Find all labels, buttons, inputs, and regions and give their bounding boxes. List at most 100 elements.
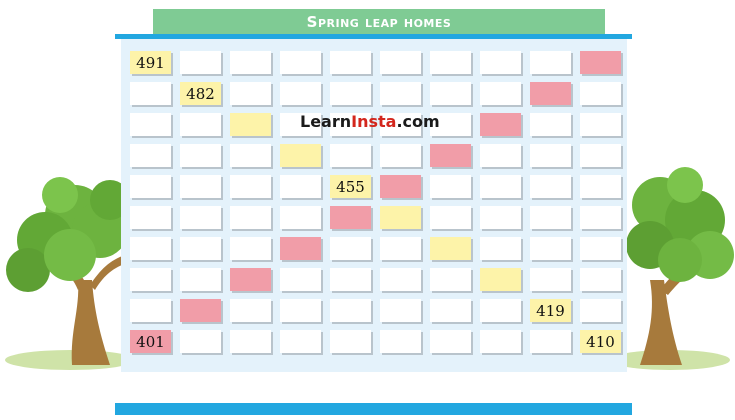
grid-cell — [130, 299, 171, 322]
grid-cell — [280, 237, 321, 260]
grid-cell — [380, 330, 421, 353]
grid-cell — [280, 51, 321, 74]
grid-cell: 455 — [330, 175, 371, 198]
grid-cell — [280, 330, 321, 353]
grid-cell — [430, 206, 471, 229]
grid-cell — [580, 144, 621, 167]
grid-cell — [380, 144, 421, 167]
grid-cell — [230, 330, 271, 353]
grid-cell — [330, 144, 371, 167]
grid-cell — [580, 268, 621, 291]
grid-cell — [180, 206, 221, 229]
grid-cell — [480, 144, 521, 167]
grid-cell — [280, 175, 321, 198]
grid-cell — [480, 330, 521, 353]
grid-cell — [530, 206, 571, 229]
grid-cell — [580, 175, 621, 198]
grid-cell — [480, 237, 521, 260]
grid-cell — [230, 237, 271, 260]
grid-cell — [330, 51, 371, 74]
grid-cell — [230, 206, 271, 229]
grid-cell — [380, 299, 421, 322]
grid-cell — [380, 237, 421, 260]
grid-cell — [180, 144, 221, 167]
grid-cell — [530, 144, 571, 167]
grid-cell — [230, 299, 271, 322]
grid-cell — [380, 268, 421, 291]
grid-cell — [530, 268, 571, 291]
grid-cell — [330, 82, 371, 105]
grid-cell — [330, 299, 371, 322]
grid-cell — [230, 113, 271, 136]
grid-cell — [530, 330, 571, 353]
grid-cell — [530, 113, 571, 136]
grid-cell — [330, 206, 371, 229]
grid-cell — [130, 82, 171, 105]
grid-cell — [580, 113, 621, 136]
bottom-divider — [115, 403, 632, 415]
watermark: LearnInsta.com — [300, 112, 440, 131]
grid-cell — [130, 206, 171, 229]
grid-cell — [530, 82, 571, 105]
grid-cell — [480, 51, 521, 74]
grid-cell — [580, 51, 621, 74]
grid-cell — [330, 237, 371, 260]
grid-cell — [130, 113, 171, 136]
grid-cell — [430, 237, 471, 260]
grid-cell: 419 — [530, 299, 571, 322]
watermark-insta: Insta — [351, 112, 397, 131]
grid-cell — [380, 51, 421, 74]
grid-cell — [480, 299, 521, 322]
grid-cell — [130, 175, 171, 198]
grid-cell — [230, 268, 271, 291]
grid-cell — [180, 51, 221, 74]
grid-cell — [180, 237, 221, 260]
watermark-com: .com — [396, 112, 440, 131]
grid-cell — [280, 299, 321, 322]
grid-cell — [480, 113, 521, 136]
grid-cell — [580, 206, 621, 229]
grid-cell — [580, 299, 621, 322]
right-tree-illustration — [620, 167, 734, 370]
grid-cell — [380, 206, 421, 229]
grid-cell — [380, 175, 421, 198]
grid-cell — [180, 330, 221, 353]
grid-cell — [480, 268, 521, 291]
watermark-learn: Learn — [300, 112, 352, 131]
grid-cell — [180, 113, 221, 136]
grid-cell — [380, 82, 421, 105]
grid-cell — [330, 268, 371, 291]
grid-cell — [230, 82, 271, 105]
grid-cell — [530, 51, 571, 74]
left-tree-illustration — [5, 177, 130, 370]
grid-cell — [430, 299, 471, 322]
grid-cell — [580, 237, 621, 260]
grid-cell — [280, 144, 321, 167]
grid-cell — [180, 175, 221, 198]
page-title: Spring leap homes — [306, 12, 452, 31]
grid-cell — [430, 144, 471, 167]
grid-cell — [480, 175, 521, 198]
grid-cell — [430, 268, 471, 291]
grid-cell — [130, 268, 171, 291]
grid-cell — [480, 82, 521, 105]
grid-cell — [280, 82, 321, 105]
grid-cell — [480, 206, 521, 229]
title-banner: Spring leap homes — [153, 9, 605, 34]
grid-cell — [230, 175, 271, 198]
grid-cell — [430, 51, 471, 74]
grid-cell — [130, 144, 171, 167]
grid-cell — [180, 299, 221, 322]
grid-cell — [230, 51, 271, 74]
grid-cell — [430, 82, 471, 105]
grid-cell — [330, 330, 371, 353]
grid-cell — [180, 268, 221, 291]
grid-cell — [530, 237, 571, 260]
grid-cell — [530, 175, 571, 198]
grid-cell — [430, 175, 471, 198]
grid-cell: 491 — [130, 51, 171, 74]
grid-cell: 482 — [180, 82, 221, 105]
grid-cell — [580, 82, 621, 105]
grid-cell: 410 — [580, 330, 621, 353]
grid-cell — [280, 206, 321, 229]
